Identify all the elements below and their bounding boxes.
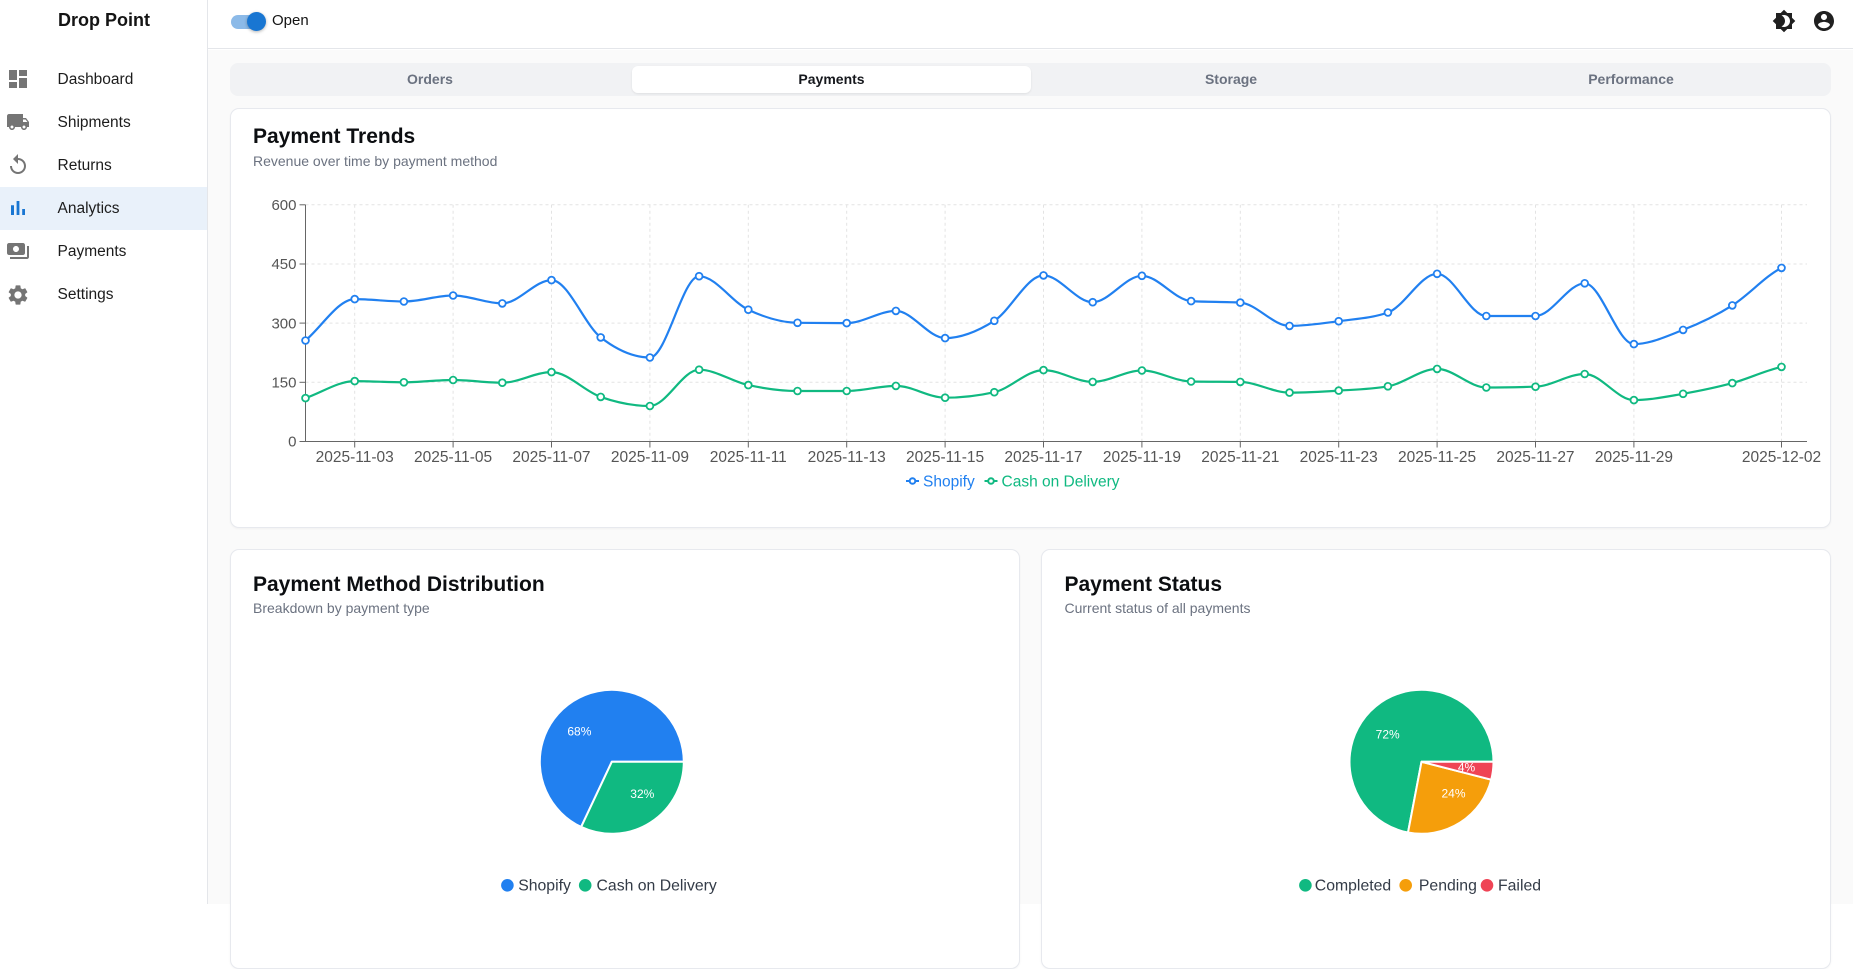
svg-text:450: 450 [271, 256, 296, 273]
svg-text:Completed: Completed [1315, 878, 1391, 895]
svg-text:2025-11-23: 2025-11-23 [1300, 449, 1378, 466]
svg-text:Failed: Failed [1498, 878, 1541, 895]
svg-text:300: 300 [271, 315, 296, 332]
svg-text:24%: 24% [1441, 787, 1465, 801]
svg-text:2025-11-21: 2025-11-21 [1201, 449, 1279, 466]
svg-text:2025-11-09: 2025-11-09 [611, 449, 689, 466]
svg-text:2025-11-11: 2025-11-11 [710, 449, 787, 466]
svg-text:2025-11-25: 2025-11-25 [1398, 449, 1476, 466]
svg-text:2025-11-03: 2025-11-03 [316, 449, 394, 466]
svg-text:600: 600 [271, 197, 296, 214]
svg-text:2025-11-19: 2025-11-19 [1103, 449, 1181, 466]
svg-text:2025-11-15: 2025-11-15 [906, 449, 984, 466]
svg-text:0: 0 [288, 434, 296, 451]
svg-text:2025-11-17: 2025-11-17 [1004, 449, 1082, 466]
svg-text:Shopify: Shopify [923, 473, 975, 490]
svg-text:Cash on Delivery: Cash on Delivery [597, 878, 717, 895]
svg-text:Cash on Delivery: Cash on Delivery [1002, 473, 1120, 490]
svg-text:72%: 72% [1376, 728, 1400, 742]
svg-text:2025-11-13: 2025-11-13 [808, 449, 886, 466]
svg-text:2025-11-27: 2025-11-27 [1496, 449, 1574, 466]
svg-text:2025-12-02: 2025-12-02 [1742, 449, 1821, 466]
svg-text:Shopify: Shopify [518, 878, 571, 895]
svg-text:4%: 4% [1458, 760, 1476, 774]
svg-text:68%: 68% [567, 725, 591, 739]
svg-text:2025-11-29: 2025-11-29 [1595, 449, 1673, 466]
svg-text:150: 150 [271, 375, 296, 392]
svg-text:2025-11-05: 2025-11-05 [414, 449, 492, 466]
svg-text:32%: 32% [630, 787, 654, 801]
svg-text:2025-11-07: 2025-11-07 [512, 449, 590, 466]
svg-text:Pending: Pending [1419, 878, 1477, 895]
